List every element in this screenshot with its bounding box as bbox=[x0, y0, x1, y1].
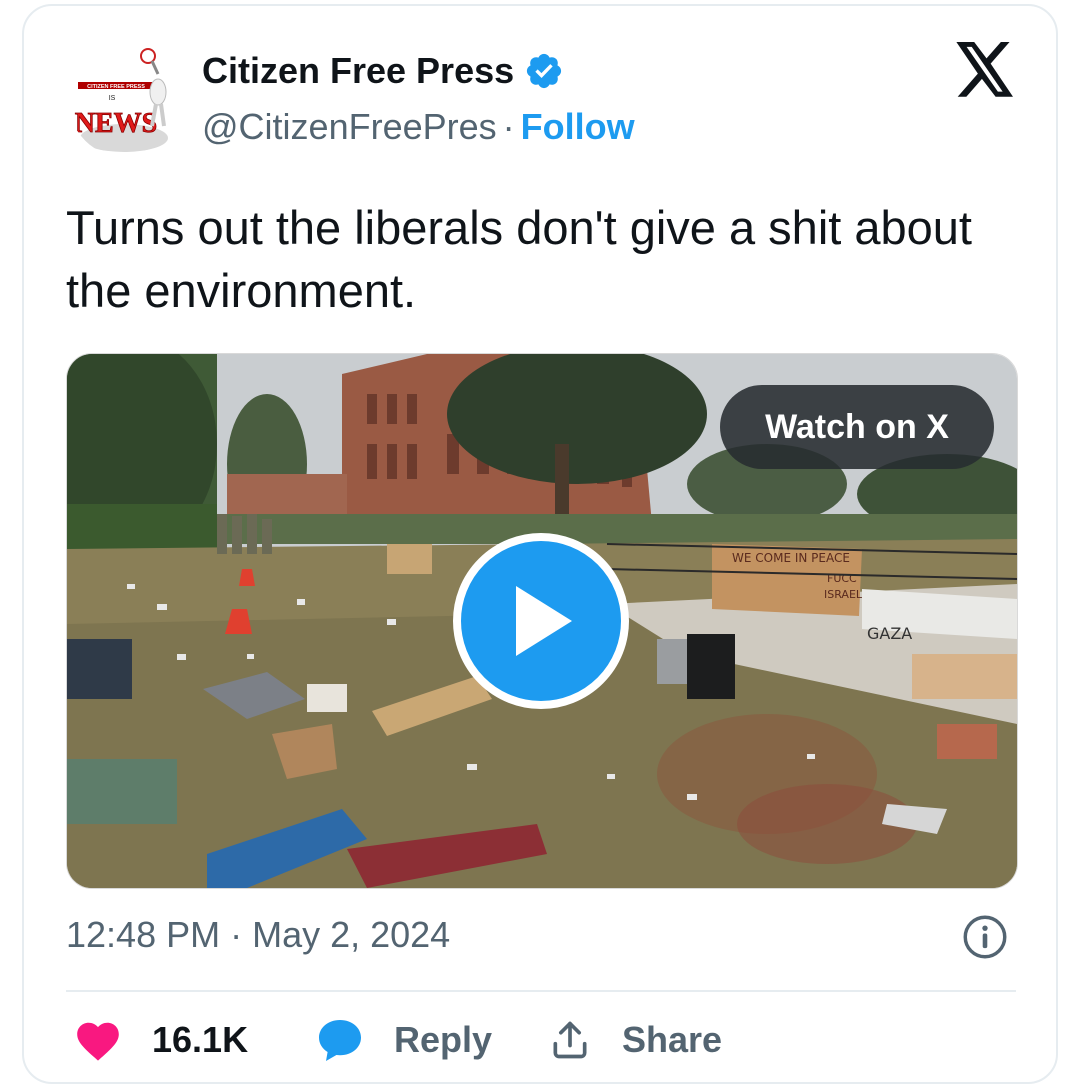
verified-badge-icon bbox=[527, 53, 562, 89]
heart-icon bbox=[77, 1022, 119, 1061]
author-handle[interactable]: @CitizenFreePres bbox=[202, 106, 497, 147]
news-logo-image: CITIZEN FREE PRESS IS NEWS bbox=[68, 40, 186, 158]
svg-text:IS: IS bbox=[109, 95, 116, 102]
svg-text:CITIZEN FREE PRESS: CITIZEN FREE PRESS bbox=[87, 84, 145, 90]
svg-text:WE COME IN PEACE: WE COME IN PEACE bbox=[732, 551, 850, 565]
author-avatar[interactable]: CITIZEN FREE PRESS IS NEWS bbox=[68, 40, 186, 158]
share-upload-icon bbox=[553, 1021, 587, 1059]
reply-button[interactable]: Reply bbox=[316, 1018, 492, 1062]
follow-button[interactable]: Follow bbox=[521, 106, 635, 147]
share-label: Share bbox=[622, 1019, 723, 1060]
x-logo-icon[interactable] bbox=[954, 42, 1016, 98]
svg-text:NEWS: NEWS bbox=[75, 108, 157, 139]
reply-bubble-icon bbox=[319, 1020, 361, 1061]
divider bbox=[66, 990, 1016, 992]
svg-text:ISRAEL: ISRAEL bbox=[824, 588, 863, 601]
tweet-actions: 16.1K Reply Share bbox=[66, 1018, 1016, 1068]
like-count: 16.1K bbox=[152, 1019, 249, 1060]
separator-dot: · bbox=[502, 106, 515, 147]
share-button[interactable]: Share bbox=[548, 1018, 722, 1062]
like-button[interactable]: 16.1K bbox=[74, 1018, 248, 1062]
watch-on-x-button[interactable]: Watch on X bbox=[720, 385, 994, 469]
author-handle-row: @CitizenFreePres · Follow bbox=[202, 106, 635, 148]
tweet-text: Turns out the liberals don't give a shit… bbox=[66, 201, 972, 317]
svg-text:GAZA: GAZA bbox=[867, 624, 912, 643]
play-icon bbox=[516, 586, 572, 656]
info-icon[interactable] bbox=[962, 914, 1008, 960]
watch-on-x-label: Watch on X bbox=[765, 407, 949, 446]
play-button[interactable] bbox=[453, 533, 629, 709]
author-name-text[interactable]: Citizen Free Press bbox=[202, 50, 514, 92]
tweet-timestamp[interactable]: 12:48 PM · May 2, 2024 bbox=[66, 914, 450, 956]
author-name[interactable]: Citizen Free Press bbox=[202, 50, 564, 92]
reply-label: Reply bbox=[394, 1019, 493, 1060]
